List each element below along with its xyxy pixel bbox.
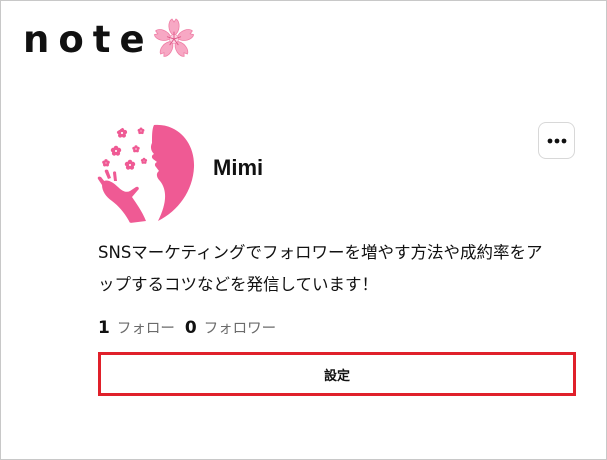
page-frame: note Mimi SNSマーケティングでフォロワーを増やす方法や成約率をア ッ…	[0, 0, 607, 460]
more-options-button[interactable]	[538, 122, 575, 159]
settings-label: 設定	[323, 368, 350, 384]
followers-label: フォロワー	[203, 321, 277, 337]
profile-name: Mimi	[213, 155, 264, 180]
sakura-icon	[153, 18, 194, 57]
ellipsis-icon	[547, 138, 566, 143]
logo-text: note	[23, 17, 154, 61]
bio-line: ップするコツなどを発信しています！	[98, 275, 379, 294]
woman-silhouette-icon	[97, 124, 195, 223]
following-link[interactable]: 1 フォロー	[98, 317, 175, 338]
followers-count: 0	[184, 318, 197, 338]
settings-button[interactable]: 設定	[98, 352, 576, 396]
note-logo[interactable]: note	[23, 15, 196, 63]
following-count: 1	[98, 318, 110, 338]
bio-line: SNSマーケティングでフォロワーを増やす方法や成約率をア	[98, 243, 543, 262]
follow-stats: 1 フォロー 0 フォロワー	[98, 317, 286, 338]
followers-link[interactable]: 0 フォロワー	[185, 317, 276, 338]
avatar[interactable]	[96, 121, 201, 226]
following-label: フォロー	[116, 321, 175, 337]
profile-bio: SNSマーケティングでフォロワーを増やす方法や成約率をア ップするコツなどを発信…	[98, 237, 588, 301]
